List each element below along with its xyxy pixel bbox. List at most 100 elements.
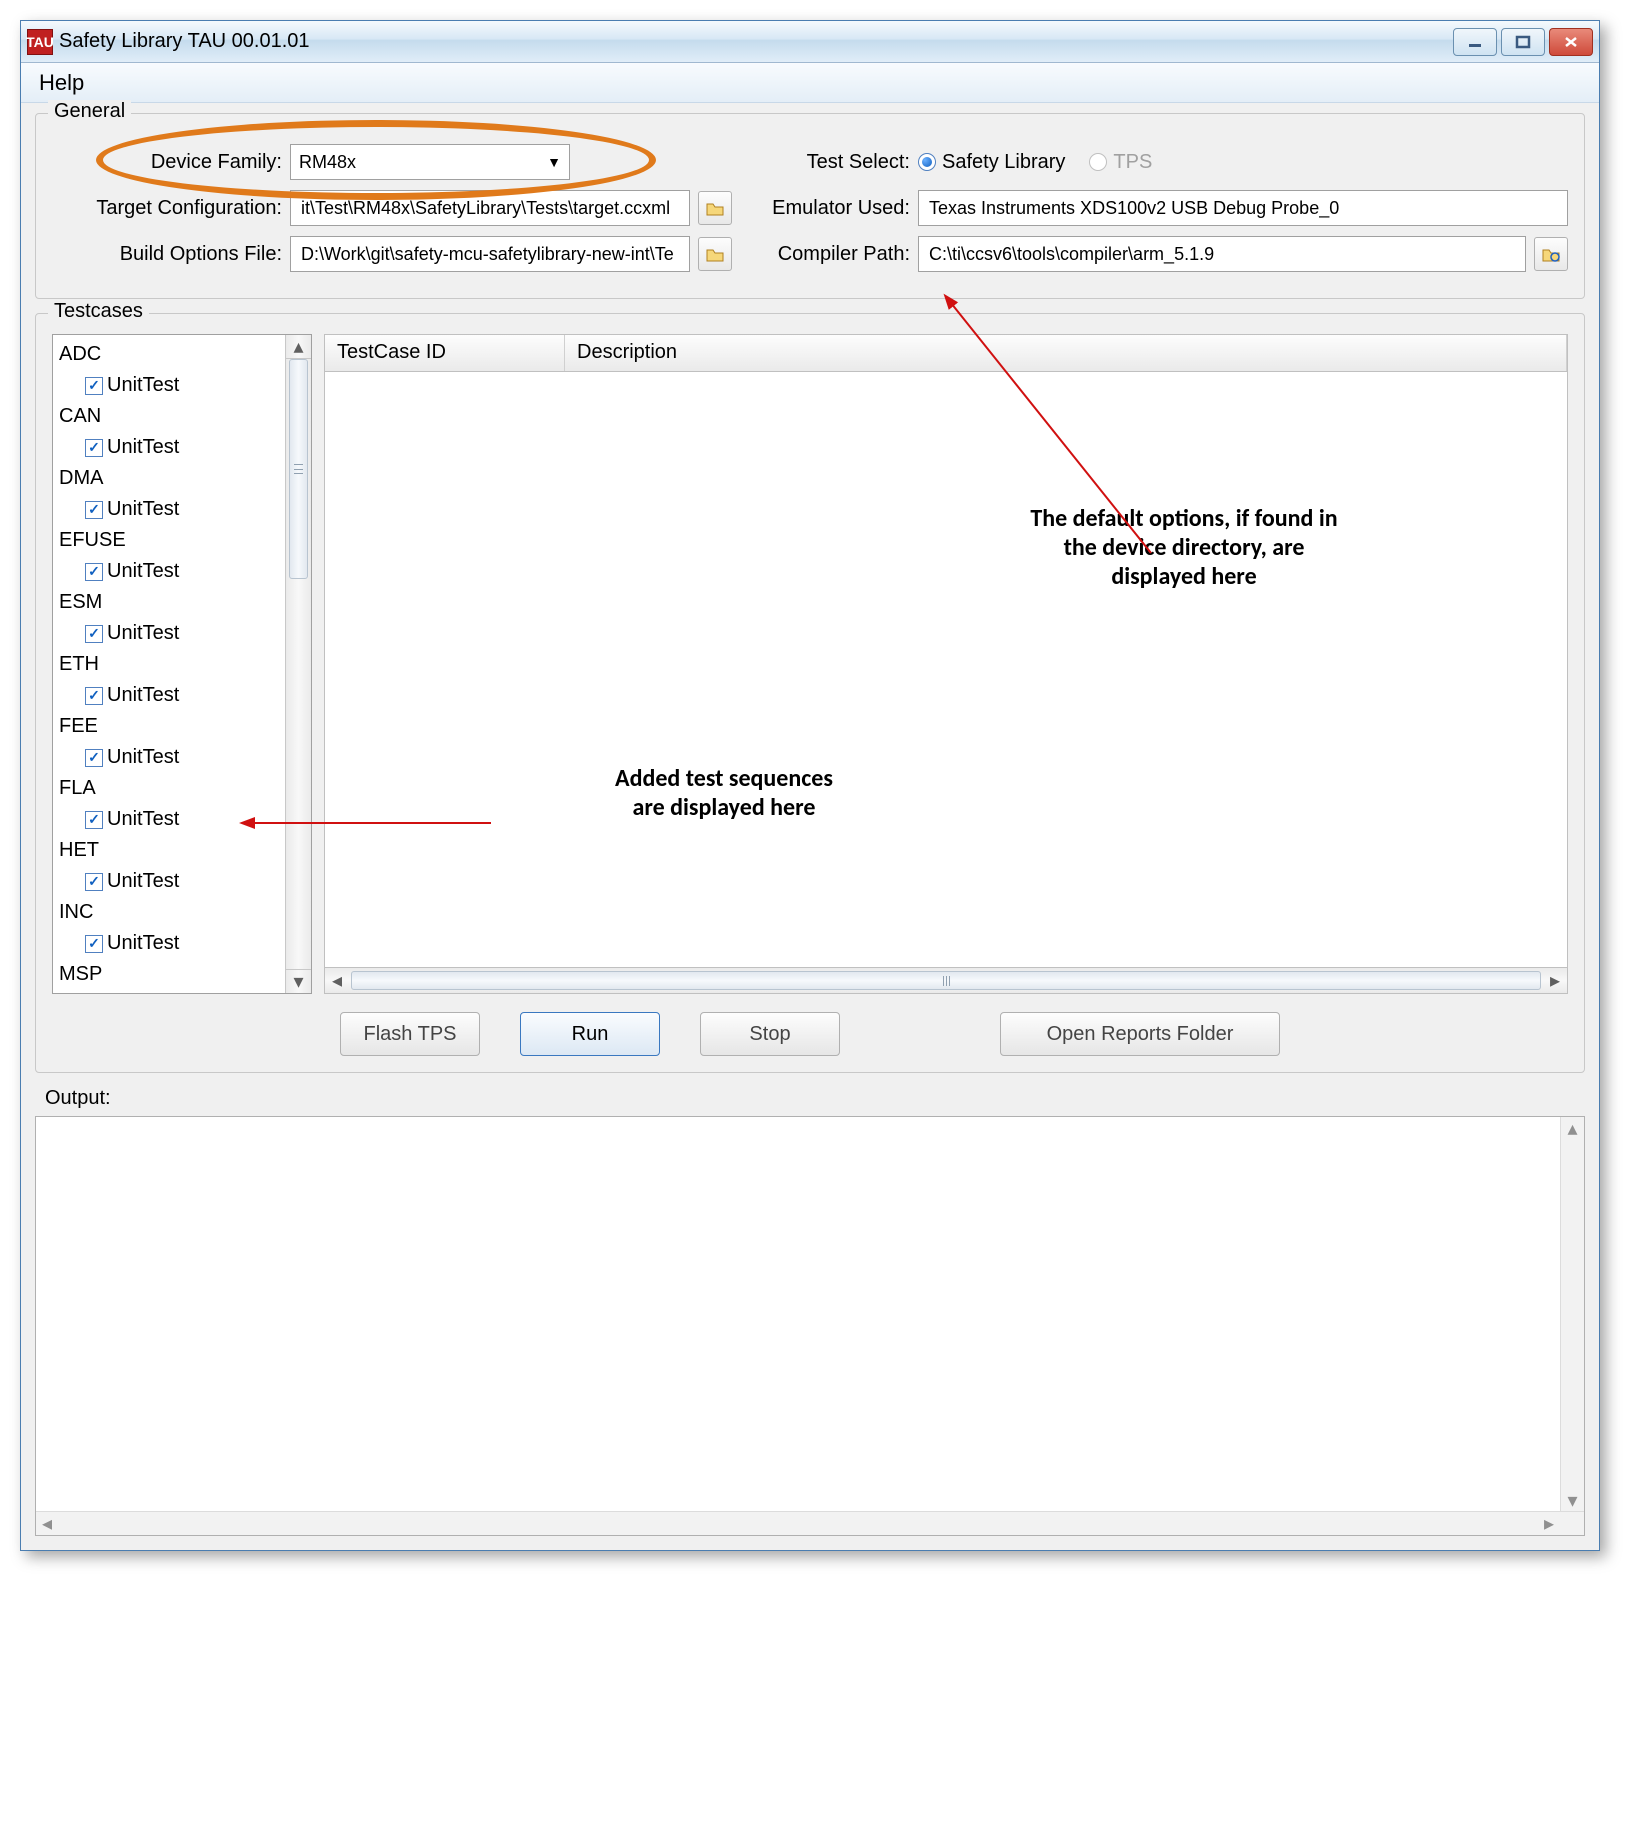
window-title: Safety Library TAU 00.01.01 xyxy=(59,30,1453,53)
tree-content: ADC✓UnitTestCAN✓UnitTestDMA✓UnitTestEFUS… xyxy=(53,335,285,993)
tree-category[interactable]: ETH xyxy=(55,649,283,680)
build-options-input[interactable] xyxy=(299,243,681,266)
emulator-field[interactable] xyxy=(918,190,1568,226)
target-config-input[interactable] xyxy=(299,197,681,220)
column-testcase-id[interactable]: TestCase ID xyxy=(325,335,565,371)
group-general-title: General xyxy=(48,100,131,123)
tree-leaf-label: UnitTest xyxy=(107,618,179,649)
tree-category[interactable]: ADC xyxy=(55,339,283,370)
compiler-path-input[interactable] xyxy=(927,243,1517,266)
tree-leaf[interactable]: ✓UnitTest xyxy=(55,370,283,401)
tree-category[interactable]: ESM xyxy=(55,587,283,618)
checkbox-icon[interactable]: ✓ xyxy=(85,811,103,829)
device-family-label: Device Family: xyxy=(52,151,282,174)
checkbox-icon[interactable]: ✓ xyxy=(85,439,103,457)
content-area: General Device Family: RM48x ▼ Test Sele… xyxy=(21,103,1599,1550)
tree-category[interactable]: FLA xyxy=(55,773,283,804)
scroll-up-icon[interactable]: ▴ xyxy=(1561,1117,1584,1139)
folder-open-icon xyxy=(705,245,725,263)
checkbox-icon[interactable]: ✓ xyxy=(85,501,103,519)
radio-empty-icon xyxy=(1089,153,1107,171)
menu-bar: Help xyxy=(21,63,1599,103)
tree-category[interactable]: DMA xyxy=(55,463,283,494)
tree-leaf[interactable]: ✓UnitTest xyxy=(55,804,283,835)
minimize-icon xyxy=(1467,36,1483,48)
flash-tps-button[interactable]: Flash TPS xyxy=(340,1012,480,1056)
stop-button[interactable]: Stop xyxy=(700,1012,840,1056)
output-label: Output: xyxy=(45,1087,1585,1110)
tree-scrollbar[interactable]: ▴ ▾ xyxy=(285,335,311,993)
build-options-browse-button[interactable] xyxy=(698,237,732,271)
tree-category[interactable]: HET xyxy=(55,835,283,866)
group-general: General Device Family: RM48x ▼ Test Sele… xyxy=(35,113,1585,299)
target-config-field[interactable] xyxy=(290,190,690,226)
scroll-down-icon[interactable]: ▾ xyxy=(1561,1489,1584,1511)
scroll-right-icon[interactable]: ▸ xyxy=(1538,1512,1560,1535)
emulator-input[interactable] xyxy=(927,197,1559,220)
tree-category[interactable]: MSP xyxy=(55,959,283,990)
radio-tps[interactable]: TPS xyxy=(1089,151,1152,174)
hscroll-thumb[interactable] xyxy=(351,971,1541,990)
column-description[interactable]: Description xyxy=(565,335,1567,371)
device-family-combo[interactable]: RM48x ▼ xyxy=(290,144,570,180)
compiler-path-label: Compiler Path: xyxy=(740,243,910,266)
checkbox-icon[interactable]: ✓ xyxy=(85,873,103,891)
output-vscrollbar[interactable]: ▴ ▾ xyxy=(1560,1117,1584,1511)
testcase-table: TestCase ID Description ◂ ▸ Added test s… xyxy=(324,334,1568,994)
tree-leaf-label: UnitTest xyxy=(107,866,179,897)
tree-leaf-label: UnitTest xyxy=(107,370,179,401)
scroll-down-icon[interactable]: ▾ xyxy=(286,969,311,993)
radio-dot-icon xyxy=(918,153,936,171)
minimize-button[interactable] xyxy=(1453,28,1497,56)
output-hscrollbar[interactable]: ◂ ▸ xyxy=(36,1511,1584,1535)
scroll-left-icon[interactable]: ◂ xyxy=(36,1512,58,1535)
maximize-button[interactable] xyxy=(1501,28,1545,56)
scroll-thumb[interactable] xyxy=(289,359,308,579)
tree-leaf-label: UnitTest xyxy=(107,432,179,463)
tree-category[interactable]: FEE xyxy=(55,711,283,742)
menu-help[interactable]: Help xyxy=(29,66,94,100)
maximize-icon xyxy=(1515,35,1531,49)
checkbox-icon[interactable]: ✓ xyxy=(85,935,103,953)
tree-leaf[interactable]: ✓UnitTest xyxy=(55,432,283,463)
build-options-field[interactable] xyxy=(290,236,690,272)
checkbox-icon[interactable]: ✓ xyxy=(85,749,103,767)
tree-leaf[interactable]: ✓UnitTest xyxy=(55,742,283,773)
tree-leaf[interactable]: ✓UnitTest xyxy=(55,928,283,959)
app-window: TAU Safety Library TAU 00.01.01 Help Gen… xyxy=(20,20,1600,1551)
tree-category[interactable]: INC xyxy=(55,897,283,928)
compiler-path-browse-button[interactable] xyxy=(1534,237,1568,271)
window-buttons xyxy=(1453,28,1593,56)
folder-open-icon xyxy=(705,199,725,217)
table-hscrollbar[interactable]: ◂ ▸ xyxy=(324,968,1568,994)
tree-leaf[interactable]: ✓UnitTest xyxy=(55,494,283,525)
app-icon: TAU xyxy=(27,29,53,55)
radio-safety-label: Safety Library xyxy=(942,151,1065,174)
chevron-down-icon: ▼ xyxy=(547,154,561,170)
run-button[interactable]: Run xyxy=(520,1012,660,1056)
tree-category[interactable]: CAN xyxy=(55,401,283,432)
radio-safety-library[interactable]: Safety Library xyxy=(918,151,1065,174)
tree-leaf[interactable]: ✓UnitTest xyxy=(55,618,283,649)
compiler-path-field[interactable] xyxy=(918,236,1526,272)
checkbox-icon[interactable]: ✓ xyxy=(85,687,103,705)
close-button[interactable] xyxy=(1549,28,1593,56)
tree-leaf-label: UnitTest xyxy=(107,494,179,525)
tree-category[interactable]: EFUSE xyxy=(55,525,283,556)
checkbox-icon[interactable]: ✓ xyxy=(85,563,103,581)
open-reports-button[interactable]: Open Reports Folder xyxy=(1000,1012,1280,1056)
target-config-browse-button[interactable] xyxy=(698,191,732,225)
scroll-right-icon[interactable]: ▸ xyxy=(1543,968,1567,993)
table-body[interactable] xyxy=(324,372,1568,968)
checkbox-icon[interactable]: ✓ xyxy=(85,625,103,643)
tree-leaf[interactable]: ✓UnitTest xyxy=(55,866,283,897)
testcase-tree[interactable]: ADC✓UnitTestCAN✓UnitTestDMA✓UnitTestEFUS… xyxy=(52,334,312,994)
tree-leaf[interactable]: ✓UnitTest xyxy=(55,556,283,587)
tree-leaf-label: UnitTest xyxy=(107,680,179,711)
folder-search-icon xyxy=(1541,245,1561,263)
output-textarea[interactable]: ▴ ▾ ◂ ▸ xyxy=(35,1116,1585,1536)
checkbox-icon[interactable]: ✓ xyxy=(85,377,103,395)
scroll-up-icon[interactable]: ▴ xyxy=(286,335,311,359)
scroll-left-icon[interactable]: ◂ xyxy=(325,968,349,993)
tree-leaf[interactable]: ✓UnitTest xyxy=(55,680,283,711)
